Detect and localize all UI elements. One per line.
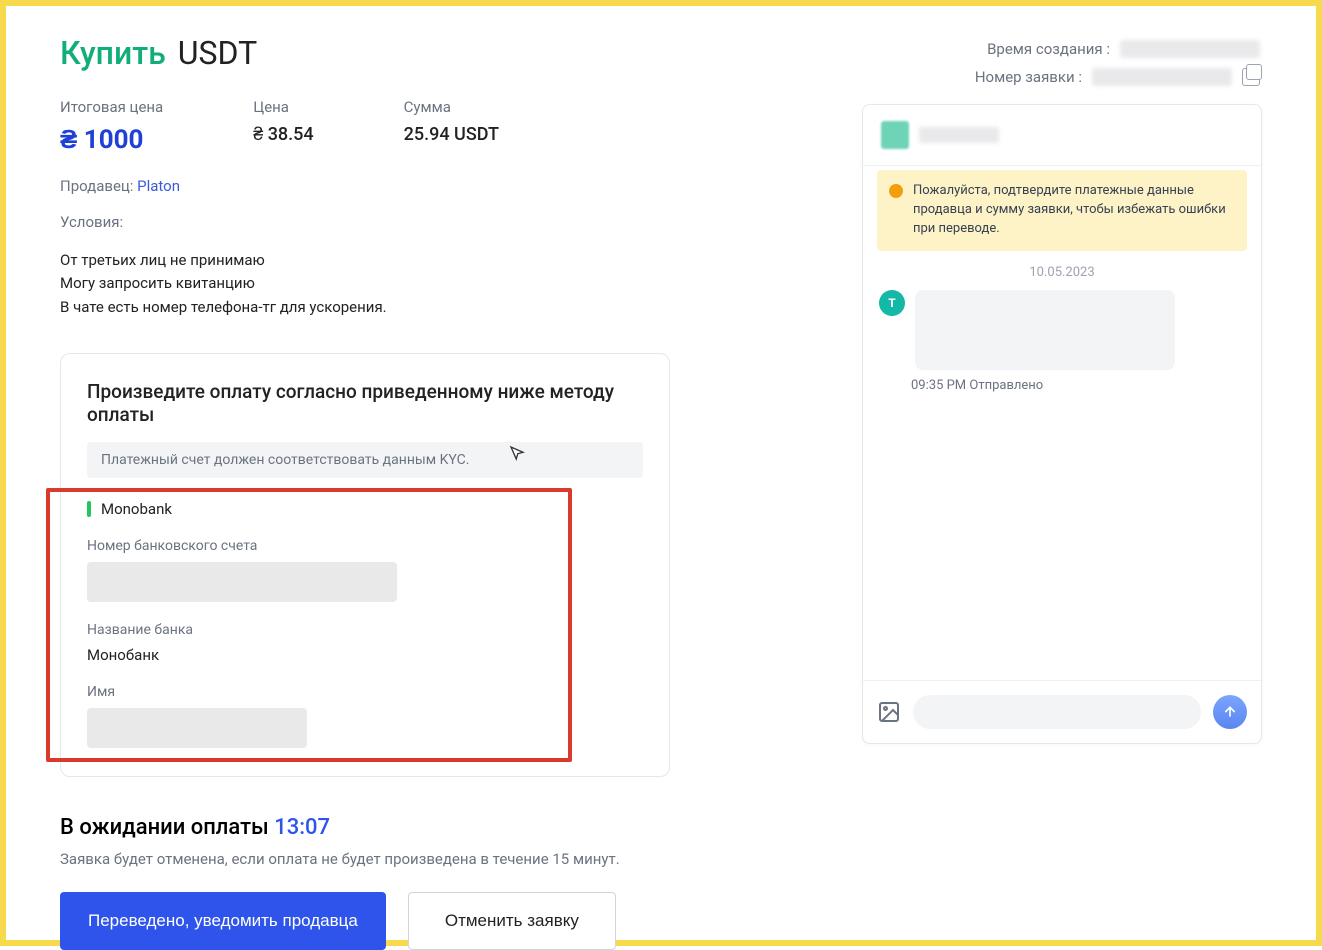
- confirm-transfer-button[interactable]: Переведено, уведомить продавца: [60, 892, 386, 950]
- chat-message: T: [873, 290, 1251, 370]
- cancel-order-button[interactable]: Отменить заявку: [408, 892, 616, 950]
- tether-avatar-icon: T: [879, 290, 905, 316]
- amount-value: 25.94 USDT: [404, 124, 499, 145]
- created-value-redacted: [1120, 40, 1260, 58]
- chat-panel: Пожалуйста, подтвердите платежные данные…: [862, 104, 1262, 744]
- unit-price-label: Цена: [253, 98, 313, 116]
- chat-message-time: 09:35 PM: [911, 378, 966, 393]
- terms-label: Условия:: [60, 213, 822, 231]
- chat-message-status: Отправлено: [969, 378, 1043, 393]
- title-action: Купить: [60, 34, 166, 72]
- chat-body[interactable]: Пожалуйста, подтвердите платежные данные…: [863, 166, 1261, 680]
- counterparty-avatar: [881, 121, 909, 149]
- chat-header: [863, 105, 1261, 166]
- amount-label: Сумма: [404, 98, 499, 116]
- chat-date: 10.05.2023: [873, 265, 1251, 280]
- chat-notice: Пожалуйста, подтвердите платежные данные…: [877, 170, 1247, 251]
- arrow-up-icon: [1222, 704, 1238, 720]
- holder-name-label: Имя: [87, 684, 643, 700]
- unit-price-value: ₴ 38.54: [253, 124, 313, 145]
- attach-image-icon[interactable]: [877, 700, 901, 724]
- send-button[interactable]: [1213, 695, 1247, 729]
- bank-name-value: Монобанк: [87, 646, 643, 664]
- order-meta: Время создания : Номер заявки :: [975, 40, 1260, 96]
- account-number-value-redacted: [87, 562, 397, 602]
- chat-message-bubble-redacted: [915, 290, 1175, 370]
- seller-line: Продавец: Platon: [60, 177, 822, 195]
- total-price-value: ₴ 1000: [60, 124, 163, 155]
- counterparty-name-redacted: [919, 127, 999, 143]
- chat-footer: [863, 680, 1261, 743]
- payment-heading: Произведите оплату согласно приведенному…: [87, 380, 643, 426]
- page-title: Купить USDT: [60, 34, 822, 72]
- kyc-note: Платежный счет должен соответствовать да…: [87, 442, 643, 478]
- pending-heading: В ожидании оплаты: [60, 815, 269, 840]
- pending-note: Заявка будет отменена, если оплата не бу…: [60, 850, 822, 868]
- created-label: Время создания :: [987, 40, 1110, 58]
- bank-name-label: Название банка: [87, 622, 643, 638]
- terms-text: От третьих лиц не принимаю Могу запросит…: [60, 249, 822, 319]
- seller-label: Продавец:: [60, 177, 133, 195]
- title-asset: USDT: [178, 34, 257, 72]
- account-number-label: Номер банковского счета: [87, 538, 643, 554]
- seller-link[interactable]: Platon: [137, 177, 180, 195]
- price-summary: Итоговая цена ₴ 1000 Цена ₴ 38.54 Сумма …: [60, 98, 822, 155]
- method-indicator-icon: [87, 501, 91, 517]
- chat-input[interactable]: [913, 695, 1201, 729]
- holder-name-value-redacted: [87, 708, 307, 748]
- total-price-label: Итоговая цена: [60, 98, 163, 116]
- order-number-value-redacted: [1092, 68, 1232, 86]
- pending-timer: 13:07: [274, 815, 330, 840]
- chat-message-meta: 09:35 PM Отправлено: [873, 378, 1251, 393]
- order-number-label: Номер заявки :: [975, 68, 1082, 86]
- copy-icon[interactable]: [1242, 68, 1260, 86]
- payment-method: Monobank: [87, 500, 643, 518]
- pending-section: В ожидании оплаты 13:07 Заявка будет отм…: [60, 815, 822, 950]
- payment-method-name: Monobank: [101, 500, 172, 518]
- payment-card: Произведите оплату согласно приведенному…: [60, 353, 670, 777]
